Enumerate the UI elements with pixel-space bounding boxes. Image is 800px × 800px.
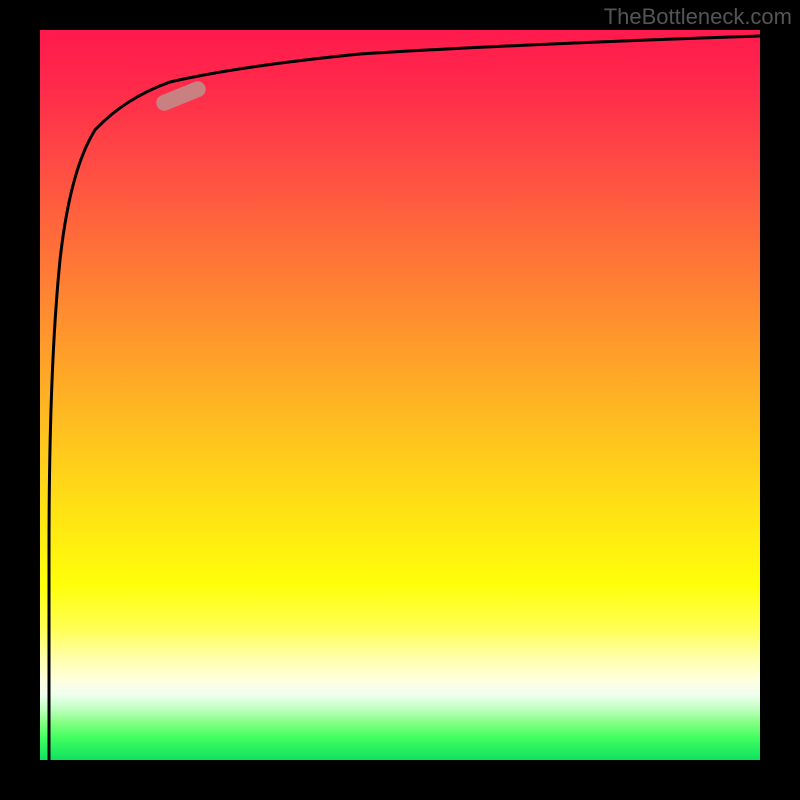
watermark-text: TheBottleneck.com bbox=[604, 4, 792, 30]
chart-curve bbox=[40, 30, 760, 760]
curve-path bbox=[49, 36, 760, 760]
